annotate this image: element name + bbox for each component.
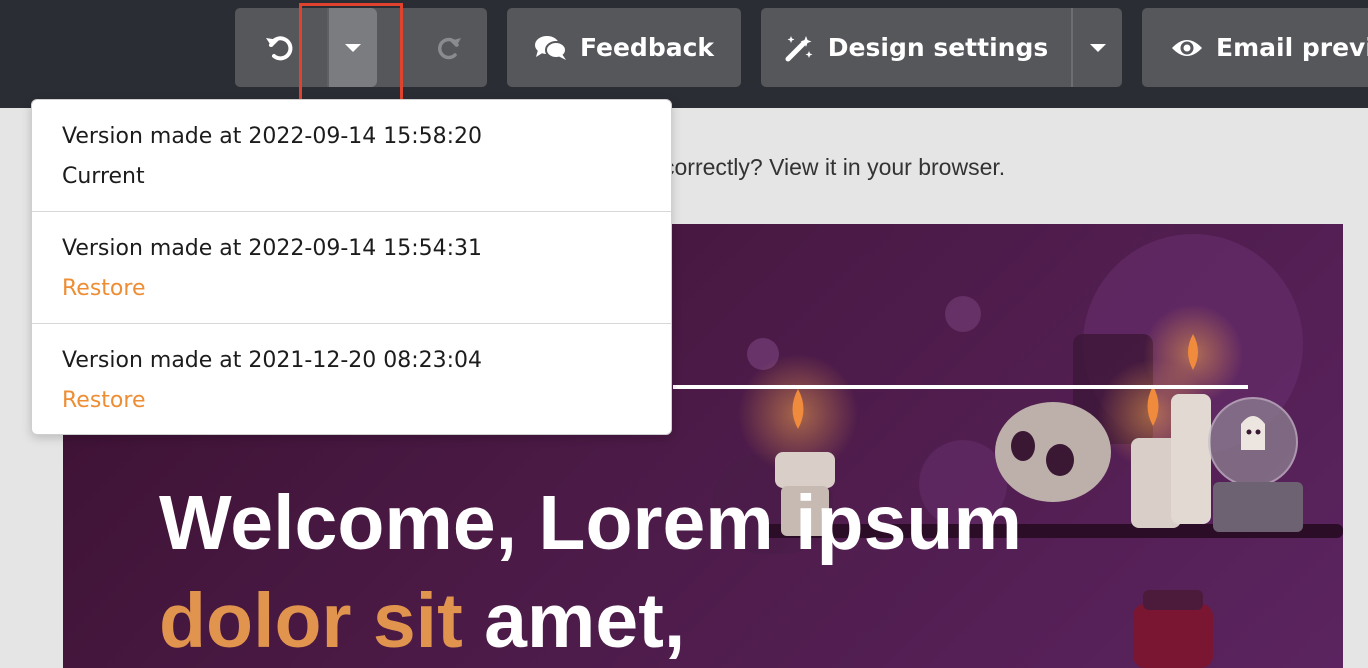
hero-headline: Welcome, Lorem ipsum dolor sit amet, — [159, 474, 1022, 668]
redo-icon — [434, 33, 464, 63]
email-preview-label: Email previe — [1216, 33, 1368, 62]
feedback-button[interactable]: Feedback — [507, 8, 741, 87]
design-settings-dropdown-button[interactable] — [1073, 8, 1122, 87]
caret-down-icon — [1089, 42, 1107, 54]
version-item: Version made at 2021-12-20 08:23:04 Rest… — [32, 324, 671, 436]
design-settings-label: Design settings — [827, 33, 1049, 62]
eye-icon — [1170, 36, 1204, 60]
version-history-dropdown: Version made at 2022-09-14 15:58:20 Curr… — [31, 99, 672, 435]
version-title: Version made at 2022-09-14 15:58:20 — [62, 124, 483, 149]
annotation-highlight-box — [299, 3, 403, 105]
magic-wand-icon — [784, 33, 814, 63]
hero-headline-line2: dolor sit amet, — [159, 572, 1022, 668]
restore-version-link[interactable]: Restore — [62, 274, 641, 304]
redo-button[interactable] — [411, 8, 487, 87]
hero-headline-line1: Welcome, Lorem ipsum — [159, 480, 1022, 566]
hero-headline-rest: amet, — [462, 578, 686, 664]
version-item: Version made at 2022-09-14 15:54:31 Rest… — [32, 212, 671, 324]
chat-bubbles-icon — [534, 34, 568, 62]
version-item-current: Version made at 2022-09-14 15:58:20 Curr… — [32, 100, 671, 212]
design-settings-button-group: Design settings — [761, 8, 1122, 87]
view-in-browser-notice: correctly? View it in your browser. — [663, 154, 1006, 180]
feedback-label: Feedback — [579, 33, 715, 62]
restore-version-link[interactable]: Restore — [62, 386, 641, 416]
hero-divider-line — [673, 385, 1248, 389]
design-settings-button[interactable]: Design settings — [761, 8, 1071, 87]
hero-headline-accent: dolor sit — [159, 578, 463, 664]
undo-icon — [263, 31, 297, 65]
version-title: Version made at 2022-09-14 15:54:31 — [62, 236, 483, 261]
version-current-label: Current — [62, 164, 145, 189]
email-preview-button[interactable]: Email previe — [1142, 8, 1368, 87]
version-title: Version made at 2021-12-20 08:23:04 — [62, 348, 483, 373]
editor-toolbar: Feedback Design settings Email prev — [0, 0, 1368, 108]
